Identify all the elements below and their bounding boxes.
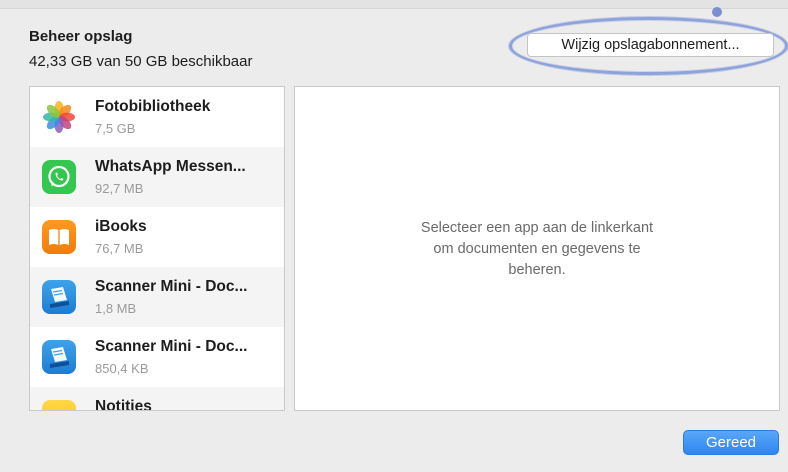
app-list[interactable]: Fotobibliotheek 7,5 GB WhatsApp Messen..… <box>29 86 285 411</box>
page-title: Beheer opslag <box>29 28 133 45</box>
list-item[interactable]: Notities <box>30 387 284 411</box>
app-size: 76,7 MB <box>95 241 144 256</box>
change-storage-plan-button[interactable]: Wijzig opslagabonnement... <box>527 33 774 57</box>
app-name: iBooks <box>95 218 147 235</box>
detail-pane: Selecteer een app aan de linkerkant om d… <box>294 86 780 411</box>
app-size: 1,8 MB <box>95 301 137 316</box>
done-button[interactable]: Gereed <box>683 430 779 455</box>
app-size: 850,4 KB <box>95 361 149 376</box>
books-icon <box>42 220 76 254</box>
list-item[interactable]: WhatsApp Messen... 92,7 MB <box>30 147 284 207</box>
app-name: Scanner Mini - Doc... <box>95 278 248 295</box>
empty-state-line: beheren. <box>508 262 566 278</box>
list-item[interactable]: iBooks 76,7 MB <box>30 207 284 267</box>
empty-state-line: Selecteer een app aan de linkerkant <box>420 220 654 236</box>
list-item[interactable]: Fotobibliotheek 7,5 GB <box>30 87 284 147</box>
empty-state-message: Selecteer een app aan de linkerkant om d… <box>295 218 779 281</box>
app-name: Notities <box>95 398 152 411</box>
list-item[interactable]: Scanner Mini - Doc... 850,4 KB <box>30 327 284 387</box>
window-top-strip <box>0 0 788 9</box>
list-item[interactable]: Scanner Mini - Doc... 1,8 MB <box>30 267 284 327</box>
scanner-icon <box>42 280 76 314</box>
app-name: Scanner Mini - Doc... <box>95 338 248 355</box>
empty-state-line: om documenten en gegevens te <box>433 241 641 257</box>
app-name: WhatsApp Messen... <box>95 158 246 175</box>
notes-icon <box>42 400 76 410</box>
annotation-dot <box>712 7 722 17</box>
app-size: 7,5 GB <box>95 121 136 136</box>
storage-usage-text: 42,33 GB van 50 GB beschikbaar <box>29 53 253 70</box>
whatsapp-icon <box>42 160 76 194</box>
app-size: 92,7 MB <box>95 181 144 196</box>
scanner-icon <box>42 340 76 374</box>
photos-icon <box>42 100 76 134</box>
app-name: Fotobibliotheek <box>95 98 211 115</box>
